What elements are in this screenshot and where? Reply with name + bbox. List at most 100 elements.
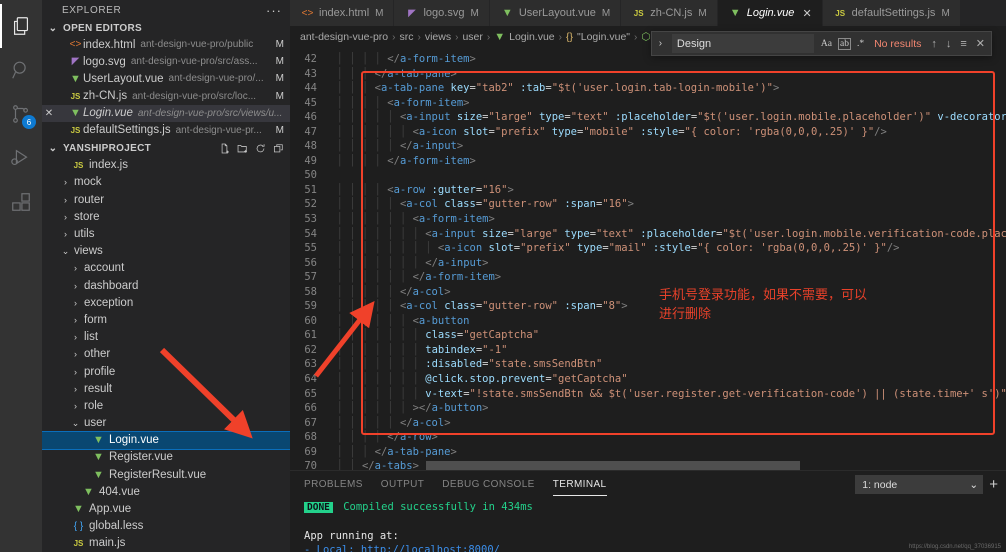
code-line[interactable]: │ │ │ </a-tab-pane> [324, 67, 1006, 82]
panel-tab[interactable]: DEBUG CONSOLE [442, 471, 534, 498]
code-line[interactable]: │ │ │ │ │ </a-col> [324, 416, 1006, 431]
file-tree-item-selected[interactable]: ▼Login.vue [42, 432, 290, 449]
editor-tab[interactable]: <>index.htmlM [290, 0, 394, 26]
code-line[interactable]: │ │ │ │ │ │ │ tabindex="-1" [324, 343, 1006, 358]
code-line[interactable]: │ │ │ <a-tab-pane key="tab2" :tab="$t('u… [324, 81, 1006, 96]
chevron-right-icon[interactable]: › [70, 332, 81, 342]
chevron-right-icon[interactable]: › [70, 298, 81, 308]
panel-tab[interactable]: PROBLEMS [304, 471, 363, 498]
file-tree-item[interactable]: ›result [42, 380, 290, 397]
chevron-right-icon[interactable]: › [60, 195, 71, 205]
file-tree-item[interactable]: ›role [42, 397, 290, 414]
file-tree-item[interactable]: ▼Register.vue [42, 449, 290, 466]
match-case-icon[interactable]: Aa [819, 38, 834, 50]
code-line[interactable]: │ │ │ │ │ <a-col class="gutter-row" :spa… [324, 197, 1006, 212]
open-editor-item[interactable]: JSzh-CN.jsant-design-vue-pro/src/loc...M [42, 88, 290, 105]
chevron-right-icon[interactable]: › [70, 281, 81, 291]
code-line[interactable]: │ │ │ │ │ │ │ <a-input size="large" type… [324, 227, 1006, 242]
file-tree-item[interactable]: ▼App.vue [42, 500, 290, 517]
code-line[interactable]: │ │ │ │ │ │ │ v-text="!state.smsSendBtn … [324, 387, 1006, 402]
chevron-right-icon[interactable]: › [70, 367, 81, 377]
editor-horizontal-scrollbar[interactable] [426, 461, 992, 470]
file-tree-item[interactable]: ›profile [42, 363, 290, 380]
breadcrumb-item-1[interactable]: src [399, 31, 413, 43]
editor-tab[interactable]: ▼UserLayout.vueM [490, 0, 621, 26]
code-line[interactable]: │ │ │ │ <a-form-item> [324, 96, 1006, 111]
open-editor-item[interactable]: ◤logo.svgant-design-vue-pro/src/ass...M [42, 53, 290, 70]
chevron-down-icon[interactable]: ⌄ [70, 418, 81, 429]
file-tree-item[interactable]: ⌄user [42, 415, 290, 432]
editor-tab[interactable]: JSzh-CN.jsM [621, 0, 718, 26]
find-in-selection-button[interactable]: ≡ [958, 38, 968, 50]
file-tree-item[interactable]: ›mock [42, 174, 290, 191]
find-next-button[interactable]: ↓ [944, 38, 954, 50]
code-line[interactable]: │ │ │ │ │ │ │ │ <a-icon slot="prefix" ty… [324, 241, 1006, 256]
code-line[interactable]: │ │ │ │ │ │ │ </a-input> [324, 256, 1006, 271]
code-line[interactable]: │ │ │ │ │ │ │ @click.stop.prevent="getCa… [324, 372, 1006, 387]
new-file-icon[interactable] [219, 143, 230, 154]
file-tree-item[interactable]: ›account [42, 260, 290, 277]
file-tree-item[interactable]: ▼RegisterResult.vue [42, 466, 290, 483]
code-line[interactable]: │ │ │ │ </a-row> [324, 430, 1006, 445]
code-line[interactable] [324, 168, 1006, 183]
code-line[interactable]: │ │ │ │ │ │ ></a-button> [324, 401, 1006, 416]
activity-explorer-button[interactable] [0, 4, 42, 48]
close-icon[interactable]: ✕ [802, 7, 811, 20]
find-input[interactable]: Design [672, 34, 814, 53]
terminal-selector[interactable]: 1: node ⌄ [855, 475, 983, 494]
terminal-output[interactable]: DONE Compiled successfully in 434ms App … [290, 498, 1006, 552]
chevron-right-icon[interactable]: › [70, 349, 81, 359]
editor-tab-active[interactable]: ▼Login.vue✕ [718, 0, 823, 26]
close-icon[interactable]: ✕ [42, 108, 56, 119]
file-tree-item[interactable]: ›form [42, 311, 290, 328]
toggle-replace-chevron-icon[interactable]: › [654, 38, 667, 49]
code-lines[interactable]: │ │ │ │ </a-form-item> │ │ │ </a-tab-pan… [324, 48, 1006, 470]
open-editor-item[interactable]: ✕▼Login.vueant-design-vue-pro/src/views/… [42, 105, 290, 122]
file-tree-item[interactable]: ›router [42, 191, 290, 208]
code-line[interactable]: │ │ │ │ </a-form-item> [324, 154, 1006, 169]
file-tree-item[interactable]: ›other [42, 346, 290, 363]
file-tree-item[interactable]: { }global.less [42, 518, 290, 535]
section-open-editors[interactable]: ⌄ OPEN EDITORS [42, 20, 290, 36]
code-line[interactable]: │ │ │ │ │ │ <a-icon slot="prefix" type="… [324, 125, 1006, 140]
sidebar-more-actions-icon[interactable]: ··· [266, 3, 282, 18]
chevron-down-icon[interactable]: ⌄ [60, 246, 71, 257]
open-editor-item[interactable]: <>index.htmlant-design-vue-pro/publicM [42, 36, 290, 53]
code-line[interactable]: │ │ │ </a-tab-pane> [324, 445, 1006, 460]
activity-run-debug-button[interactable] [0, 136, 42, 180]
chevron-right-icon[interactable]: › [60, 229, 71, 239]
section-project[interactable]: ⌄ YANSHIPROJECT [42, 141, 290, 157]
chevron-right-icon[interactable]: › [70, 384, 81, 394]
new-folder-icon[interactable] [237, 143, 248, 154]
file-tree-item[interactable]: ▼404.vue [42, 483, 290, 500]
whole-word-icon[interactable]: ab [838, 38, 851, 50]
activity-search-button[interactable] [0, 48, 42, 92]
breadcrumb-item-4[interactable]: Login.vue [509, 31, 555, 43]
code-line[interactable]: │ │ │ │ │ </a-input> [324, 139, 1006, 154]
panel-tab[interactable]: TERMINAL [553, 471, 607, 498]
chevron-right-icon[interactable]: › [70, 315, 81, 325]
collapse-all-icon[interactable] [273, 143, 284, 154]
breadcrumb-item-0[interactable]: ant-design-vue-pro [300, 31, 388, 43]
editor-tab[interactable]: ◤logo.svgM [394, 0, 489, 26]
file-tree-item[interactable]: ›store [42, 208, 290, 225]
find-previous-button[interactable]: ↑ [929, 38, 939, 50]
file-tree-item[interactable]: ⌄views [42, 243, 290, 260]
close-find-button[interactable]: ✕ [974, 37, 987, 50]
chevron-right-icon[interactable]: › [60, 212, 71, 222]
panel-tab[interactable]: OUTPUT [381, 471, 425, 498]
breadcrumb-item-5[interactable]: "Login.vue" [577, 31, 630, 43]
editor-tab[interactable]: JSdefaultSettings.jsM [823, 0, 961, 26]
code-line[interactable]: │ │ │ │ │ <a-input size="large" type="te… [324, 110, 1006, 125]
code-line[interactable]: │ │ │ │ │ │ </a-form-item> [324, 270, 1006, 285]
editor-vertical-scrollbar[interactable] [992, 48, 1006, 470]
file-tree-item[interactable]: ›list [42, 329, 290, 346]
code-line[interactable]: │ │ │ │ │ │ <a-form-item> [324, 212, 1006, 227]
chevron-right-icon[interactable]: › [70, 263, 81, 273]
scrollbar-thumb[interactable] [426, 461, 800, 470]
code-line[interactable]: │ │ │ │ <a-row :gutter="16"> [324, 183, 1006, 198]
breadcrumb-item-2[interactable]: views [425, 31, 451, 43]
open-editor-item[interactable]: JSdefaultSettings.jsant-design-vue-pr...… [42, 122, 290, 139]
chevron-right-icon[interactable]: › [70, 401, 81, 411]
chevron-right-icon[interactable]: › [60, 177, 71, 187]
